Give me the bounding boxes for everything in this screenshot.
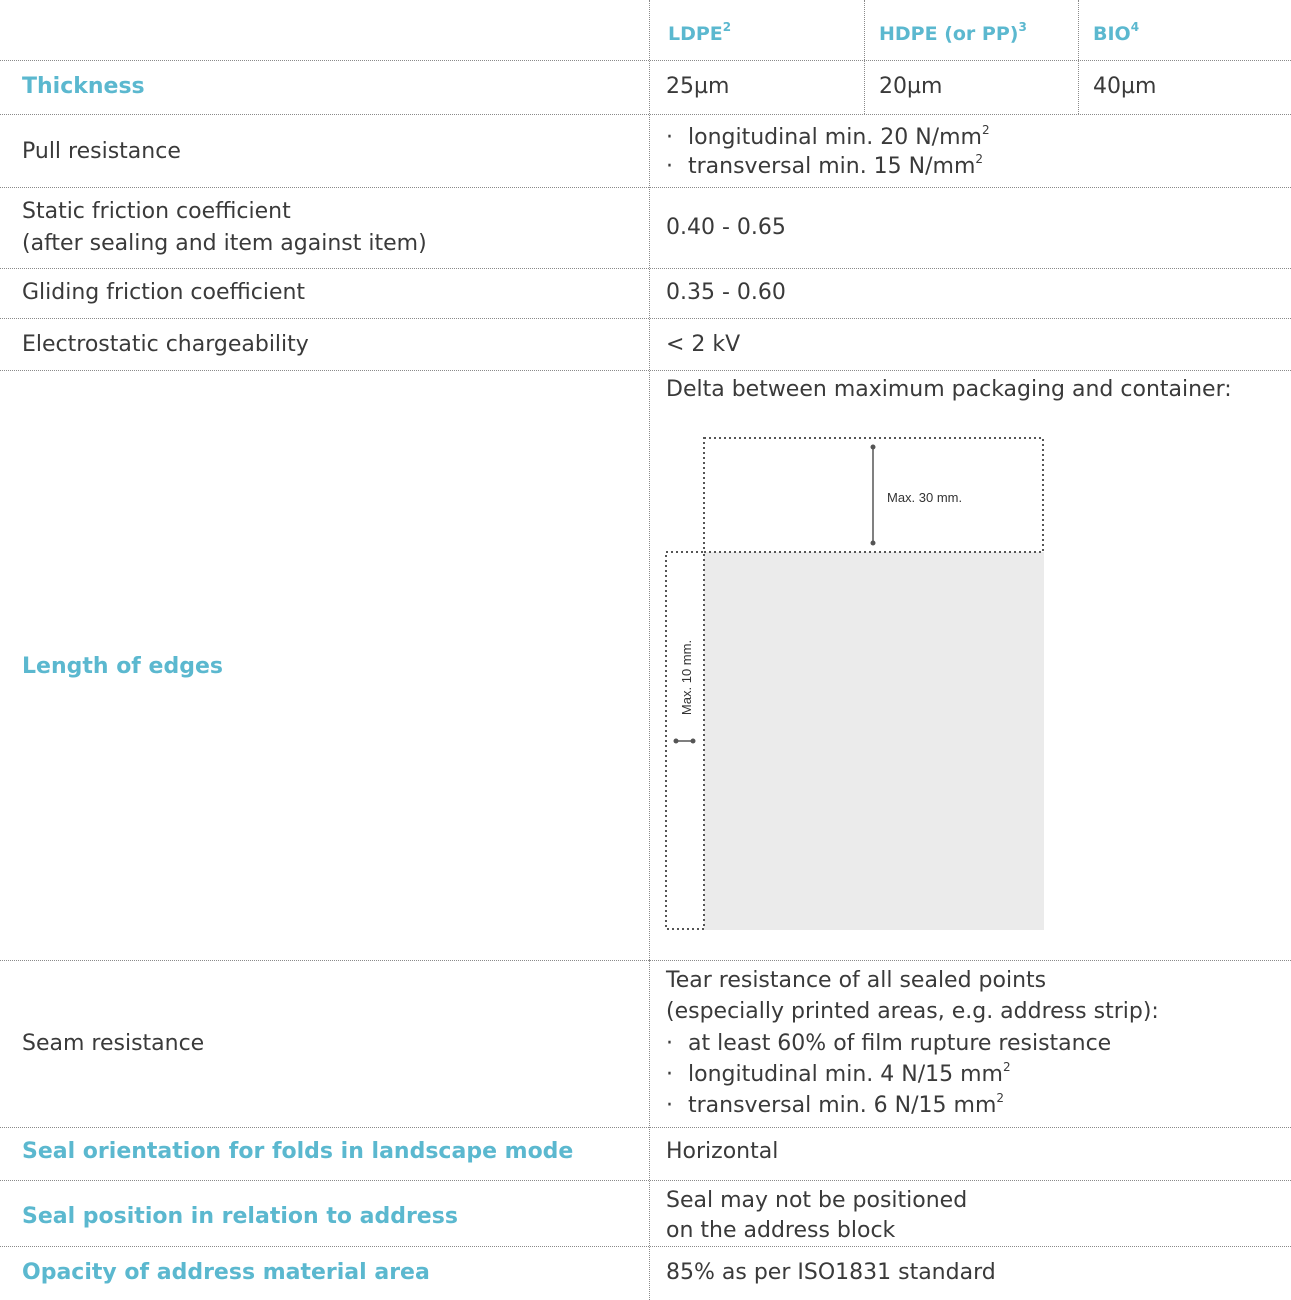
bullet-glyph: · — [666, 154, 673, 179]
static-friction-value: 0.40 - 0.65 — [666, 215, 786, 240]
row-divider — [0, 1246, 1291, 1247]
row-label-static-friction: Static friction coefficient — [22, 199, 291, 224]
row-label-gliding-friction: Gliding friction coefficient — [22, 280, 306, 305]
bullet-glyph: · — [666, 1031, 673, 1056]
container-shape — [704, 552, 1044, 930]
bullet-glyph: · — [666, 125, 673, 150]
row-divider — [0, 370, 1291, 371]
side-dimension-label: Max. 10 mm. — [679, 639, 695, 716]
thickness-ldpe-value: 25µm — [666, 74, 730, 99]
edge-tolerance-diagram: Max. 30 mm. Max. 10 mm. — [660, 430, 1060, 944]
row-divider — [0, 268, 1291, 269]
row-label-electrostatic: Electrostatic chargeability — [22, 332, 309, 357]
bullet-glyph: · — [666, 1062, 673, 1087]
row-divider — [0, 60, 1291, 61]
opacity-value: 85% as per ISO1831 standard — [666, 1260, 996, 1285]
column-divider-hdpe-bio — [1078, 0, 1079, 114]
seam-bullet-transversal: · transversal min. 6 N/15 mm2 — [666, 1090, 1005, 1118]
seal-position-value-line2: on the address block — [666, 1218, 896, 1243]
electrostatic-value: < 2 kV — [666, 332, 741, 357]
row-label-seal-orientation: Seal orientation for folds in landscape … — [22, 1139, 574, 1164]
row-label-opacity: Opacity of address material area — [22, 1260, 430, 1285]
column-divider-ldpe-hdpe — [864, 0, 865, 114]
seam-text-line2: (especially printed areas, e.g. address … — [666, 999, 1159, 1024]
seal-position-value-line1: Seal may not be positioned — [666, 1188, 968, 1213]
pull-transversal: · transversal min. 15 N/mm2 — [666, 151, 984, 179]
header-bio: BIO4 — [1093, 19, 1140, 45]
row-label-static-friction-note: (after sealing and item against item) — [22, 231, 427, 256]
row-label-length-of-edges: Length of edges — [22, 654, 223, 679]
thickness-hdpe-value: 20µm — [879, 74, 943, 99]
side-dimension-end — [690, 738, 696, 744]
row-divider — [0, 187, 1291, 188]
row-label-seal-position: Seal position in relation to address — [22, 1204, 458, 1229]
top-dimension-end — [870, 540, 876, 546]
column-divider-main-2 — [649, 960, 650, 1300]
row-divider — [0, 960, 1291, 961]
row-divider — [0, 1127, 1291, 1128]
seal-orientation-value: Horizontal — [666, 1139, 779, 1164]
thickness-bio-value: 40µm — [1093, 74, 1157, 99]
edge-tolerance-svg — [665, 437, 1044, 930]
edges-intro-text: Delta between maximum packaging and cont… — [666, 377, 1232, 402]
seam-bullet-longitudinal: · longitudinal min. 4 N/15 mm2 — [666, 1059, 1011, 1087]
side-dimension-end — [673, 738, 679, 744]
gliding-friction-value: 0.35 - 0.60 — [666, 280, 786, 305]
bullet-glyph: · — [666, 1093, 673, 1118]
top-dimension-label: Max. 30 mm. — [887, 490, 963, 505]
row-label-thickness: Thickness — [22, 74, 145, 99]
column-divider-main — [649, 0, 650, 960]
seam-text-line1: Tear resistance of all sealed points — [666, 968, 1047, 993]
header-ldpe: LDPE2 — [668, 19, 732, 45]
row-divider — [0, 1180, 1291, 1181]
pull-longitudinal: · longitudinal min. 20 N/mm2 — [666, 122, 990, 150]
seam-bullet-rupture: · at least 60% of film rupture resistance — [666, 1031, 1112, 1056]
header-hdpe: HDPE (or PP)3 — [879, 19, 1027, 45]
top-dimension-end — [870, 444, 876, 450]
row-divider — [0, 114, 1291, 115]
row-label-pull-resistance: Pull resistance — [22, 139, 181, 164]
row-label-seam-resistance: Seam resistance — [22, 1031, 205, 1056]
row-divider — [0, 318, 1291, 319]
